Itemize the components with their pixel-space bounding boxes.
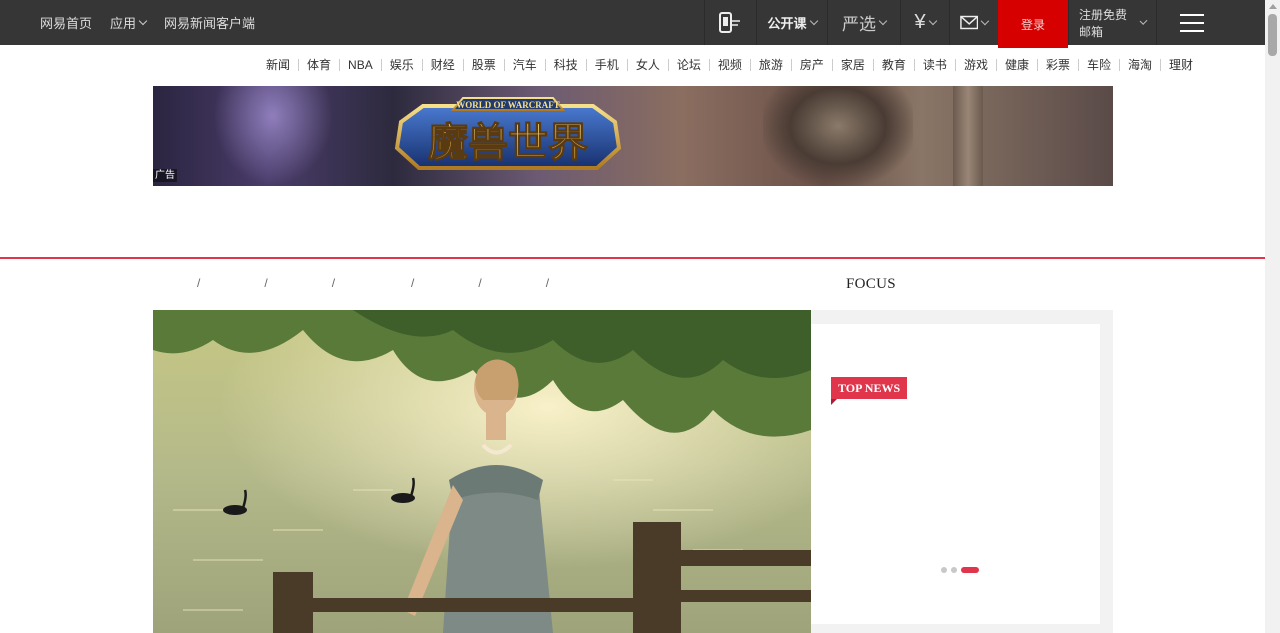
mail-menu[interactable] xyxy=(949,0,998,45)
channel-nav-item[interactable]: 论坛 xyxy=(669,59,710,71)
top-nav-right: 公开课 严选 ¥ 登录 注册免费邮箱 xyxy=(704,0,1226,48)
banner-pillar xyxy=(953,86,983,186)
banner-knight-figure xyxy=(763,86,913,186)
channel-nav-item[interactable]: 健康 xyxy=(997,59,1038,71)
top-news-card[interactable]: TOP NEWS xyxy=(811,324,1100,624)
finance-menu[interactable]: ¥ xyxy=(900,0,949,45)
channel-nav-item[interactable]: 娱乐 xyxy=(382,59,423,71)
hero-photo xyxy=(153,310,811,633)
apps-menu-label: 应用 xyxy=(110,16,137,31)
mail-icon xyxy=(960,15,979,30)
category-tab[interactable]: 图片 xyxy=(200,276,264,292)
channel-nav-item[interactable]: 女人 xyxy=(628,59,669,71)
channel-nav-item[interactable]: 旅游 xyxy=(751,59,792,71)
channel-nav-item[interactable]: 游戏 xyxy=(956,59,997,71)
yanxuan-label: 严选 xyxy=(842,15,876,35)
top-nav-left: 网易首页 应用 网易新闻客户端 xyxy=(40,0,273,45)
channel-nav-item[interactable]: 海淘 xyxy=(1120,59,1162,71)
category-tab[interactable]: 电视 xyxy=(414,276,478,292)
channel-nav-item[interactable]: 彩票 xyxy=(1038,59,1079,71)
yen-icon: ¥ xyxy=(914,11,926,33)
top-nav-bar: 网易首页 应用 网易新闻客户端 公开课 严选 ¥ 登录 注册免费邮箱 xyxy=(0,0,1265,48)
page-scrollbar[interactable] xyxy=(1265,0,1280,633)
top-news-panel: TOP NEWS xyxy=(811,310,1113,633)
category-tabs: 娱乐/图片/明星/娱乐专题/电视/电影/综艺 xyxy=(153,276,589,292)
focus-hero-image[interactable] xyxy=(153,310,811,633)
channel-nav-item[interactable]: 科技 xyxy=(546,59,587,71)
channel-nav-item[interactable]: 理财 xyxy=(1161,59,1201,71)
category-tab[interactable]: 综艺 xyxy=(549,276,589,292)
channel-nav-item[interactable]: NBA xyxy=(340,59,382,71)
phone-icon xyxy=(718,11,740,33)
category-tab[interactable]: 电影 xyxy=(482,276,546,292)
logo-main-text: 魔兽世界 xyxy=(428,119,588,166)
apps-menu[interactable]: 应用 xyxy=(110,13,148,32)
channel-nav-item[interactable]: 新闻 xyxy=(258,59,300,71)
carousel-dot[interactable] xyxy=(941,567,947,573)
channel-nav: 新闻 体育 NBA 娱乐 财经 股票 汽车 科技 手机 女人 论坛 视频 旅游 房产 家居 教育 读书 游戏 健康彩… xyxy=(258,56,1201,74)
channel-nav-item[interactable]: 汽车 xyxy=(505,59,546,71)
channel-nav-item[interactable]: 读书 xyxy=(915,59,956,71)
category-tab[interactable]: 娱乐 xyxy=(153,276,197,292)
channel-nav-item[interactable]: 股票 xyxy=(464,59,505,71)
hamburger-icon xyxy=(1179,13,1204,32)
chevron-down-icon xyxy=(138,16,148,25)
register-mail-menu[interactable]: 注册免费邮箱 xyxy=(1068,0,1156,45)
login-button[interactable]: 登录 xyxy=(998,0,1068,48)
focus-heading: FOCUS xyxy=(846,276,896,292)
register-mail-label: 注册免费邮箱 xyxy=(1079,7,1128,39)
logo-top-text: WORLD OF WARCRAFT xyxy=(456,100,560,110)
banner-ad[interactable]: WORLD OF WARCRAFT 魔兽世界 广告 xyxy=(153,86,1113,186)
ad-label: 广告 xyxy=(153,169,177,182)
chevron-down-icon xyxy=(809,16,818,25)
open-course-menu[interactable]: 公开课 xyxy=(756,0,827,45)
open-course-label: 公开课 xyxy=(767,16,807,31)
top-news-badge-tail xyxy=(831,399,837,405)
channel-nav-item[interactable]: 房产 xyxy=(792,59,833,71)
chevron-down-icon xyxy=(878,16,888,25)
channel-nav-item[interactable]: 体育 xyxy=(299,59,341,71)
carousel-dot[interactable] xyxy=(961,567,979,573)
channel-nav-item[interactable]: 视频 xyxy=(710,59,751,71)
chevron-down-icon xyxy=(981,16,990,25)
yanxuan-menu[interactable]: 严选 xyxy=(827,0,900,45)
channel-nav-item[interactable]: 教育 xyxy=(874,59,915,71)
chevron-down-icon xyxy=(1139,16,1148,25)
chevron-down-icon xyxy=(928,16,937,25)
banner-light-beam xyxy=(213,86,333,186)
top-news-badge: TOP NEWS xyxy=(831,377,908,399)
scroll-thumb[interactable] xyxy=(1268,14,1277,56)
channel-nav-item[interactable]: 家居 xyxy=(833,59,874,71)
channel-nav-item[interactable]: 手机 xyxy=(587,59,628,71)
carousel-dot[interactable] xyxy=(951,567,957,573)
news-client-link[interactable]: 网易新闻客户端 xyxy=(164,13,255,32)
mobile-app-button[interactable] xyxy=(704,0,756,45)
scroll-up-arrow-icon[interactable] xyxy=(1269,4,1277,9)
warcraft-logo: WORLD OF WARCRAFT 魔兽世界 xyxy=(394,97,622,170)
channel-nav-item[interactable]: 财经 xyxy=(423,59,464,71)
carousel-dots xyxy=(941,567,983,573)
home-link[interactable]: 网易首页 xyxy=(40,13,92,32)
channel-nav-item[interactable]: 车险 xyxy=(1079,59,1120,71)
category-tab[interactable]: 明星 xyxy=(268,276,332,292)
section-divider xyxy=(0,257,1265,259)
main-menu-button[interactable] xyxy=(1156,0,1226,45)
category-tab[interactable]: 娱乐专题 xyxy=(335,276,411,292)
